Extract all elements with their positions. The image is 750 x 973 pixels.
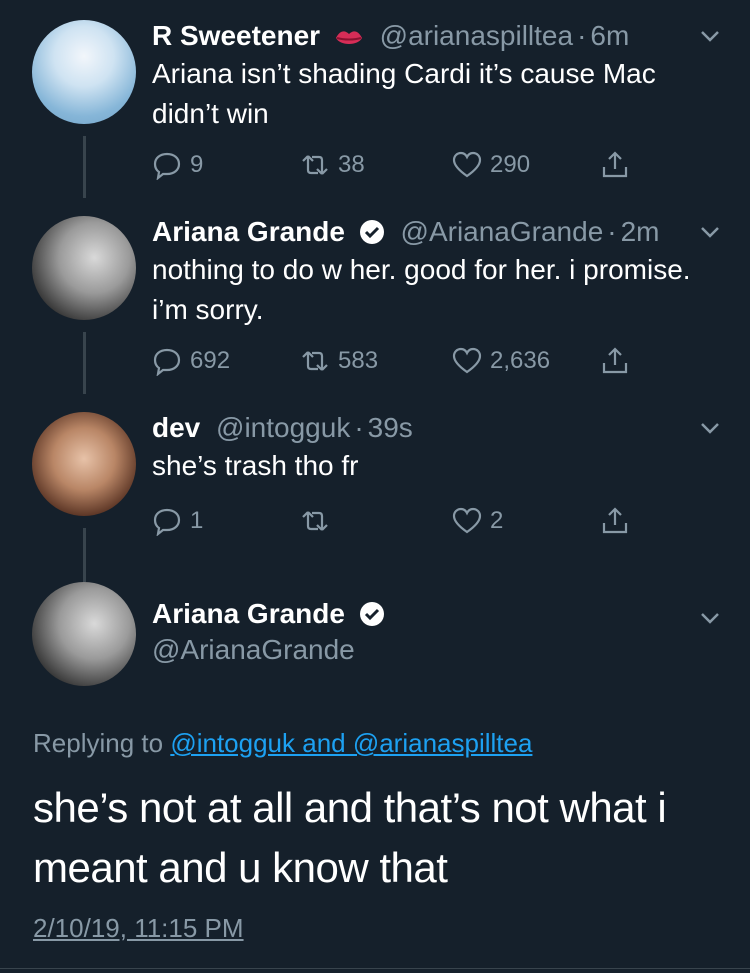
share-button[interactable] — [600, 150, 630, 180]
tweet[interactable]: Ariana Grande @ArianaGrande · 2m nothing t… — [0, 216, 750, 396]
retweet-count: 583 — [338, 347, 379, 374]
share-icon — [602, 507, 628, 534]
reply-icon — [153, 348, 181, 376]
tweet-timestamp[interactable]: 2/10/19, 11:15 PM — [33, 913, 244, 944]
chevron-down-icon[interactable] — [698, 606, 722, 630]
like-count: 290 — [490, 151, 531, 178]
heart-icon — [452, 507, 482, 534]
chevron-down-icon[interactable] — [698, 220, 722, 244]
avatar[interactable] — [32, 582, 136, 686]
tweet[interactable]: dev @intogguk · 39s she’s trash tho fr 1 2 — [0, 412, 750, 542]
reply-icon — [153, 508, 181, 536]
reply-button[interactable]: 9 — [152, 150, 203, 180]
retweet-button[interactable]: 38 — [300, 150, 365, 180]
retweet-button[interactable] — [300, 506, 330, 536]
avatar[interactable] — [32, 412, 136, 516]
retweet-icon — [302, 155, 328, 175]
share-button[interactable] — [600, 346, 630, 376]
tweet-header: Ariana Grande — [152, 598, 750, 634]
like-button[interactable]: 290 — [452, 150, 530, 180]
reply-count: 9 — [190, 151, 204, 178]
heart-icon — [452, 151, 482, 178]
main-tweet-text: she’s not at all and that’s not what i m… — [33, 784, 667, 891]
tweet[interactable]: R Sweetener @arianaspilltea · 6m Ariana is… — [0, 20, 750, 200]
main-tweet: Ariana Grande @ArianaGrande — [0, 582, 750, 692]
like-button[interactable]: 2,636 — [452, 346, 550, 376]
reply-count: 692 — [190, 347, 231, 374]
tweet-header: dev @intogguk · 39s — [152, 412, 750, 448]
display-name[interactable]: Ariana Grande — [152, 598, 345, 629]
share-icon — [602, 151, 628, 178]
retweet-button[interactable]: 583 — [300, 346, 378, 376]
verified-icon — [359, 602, 384, 626]
heart-icon — [452, 347, 482, 374]
display-name[interactable]: Ariana Grande — [152, 216, 345, 247]
handle[interactable]: @arianaspilltea — [380, 20, 573, 51]
tweet-actions: 692 583 2,636 — [152, 346, 652, 380]
avatar[interactable] — [32, 20, 136, 124]
tweet-text: she’s trash tho fr — [152, 450, 359, 481]
retweet-icon — [302, 351, 328, 371]
share-icon — [602, 347, 628, 374]
replying-to: Replying to @intogguk and @arianaspillte… — [33, 728, 532, 759]
tweet-text: nothing to do w her. good for her. i pro… — [152, 254, 691, 325]
display-name[interactable]: dev — [152, 412, 200, 443]
handle[interactable]: @intogguk — [216, 412, 350, 443]
chevron-down-icon[interactable] — [698, 24, 722, 48]
tweet-actions: 1 2 — [152, 506, 652, 540]
separator-dot: · — [607, 216, 617, 247]
handle-row: @ArianaGrande — [152, 634, 750, 670]
separator-dot: · — [354, 412, 364, 443]
handle[interactable]: @ArianaGrande — [152, 634, 355, 665]
divider — [0, 968, 750, 969]
share-button[interactable] — [600, 506, 630, 536]
timestamp[interactable]: 6m — [590, 20, 629, 51]
reply-button[interactable]: 1 — [152, 506, 203, 536]
tweet-actions: 9 38 290 — [152, 150, 652, 184]
reply-button[interactable]: 692 — [152, 346, 230, 376]
separator-dot: · — [577, 20, 587, 51]
lips-icon — [335, 31, 362, 44]
handle[interactable]: @ArianaGrande — [401, 216, 604, 247]
replying-to-link[interactable]: @intogguk and @arianaspilltea — [170, 728, 532, 758]
reply-icon — [153, 152, 181, 180]
verified-icon — [359, 220, 384, 244]
tweet-text: Ariana isn’t shading Cardi it’s cause Ma… — [152, 58, 656, 129]
timestamp[interactable]: 39s — [368, 412, 413, 443]
timestamp[interactable]: 2m — [621, 216, 660, 247]
like-button[interactable]: 2 — [452, 506, 503, 536]
like-count: 2,636 — [490, 347, 551, 374]
retweet-count: 38 — [338, 151, 365, 178]
reply-count: 1 — [190, 507, 204, 534]
avatar[interactable] — [32, 216, 136, 320]
chevron-down-icon[interactable] — [698, 416, 722, 440]
replying-prefix: Replying to — [33, 728, 171, 758]
tweet-header: R Sweetener @arianaspilltea · 6m — [152, 20, 750, 56]
retweet-icon — [302, 511, 328, 531]
tweet-header: Ariana Grande @ArianaGrande · 2m — [152, 216, 750, 252]
like-count: 2 — [490, 507, 504, 534]
display-name[interactable]: R Sweetener — [152, 20, 320, 51]
